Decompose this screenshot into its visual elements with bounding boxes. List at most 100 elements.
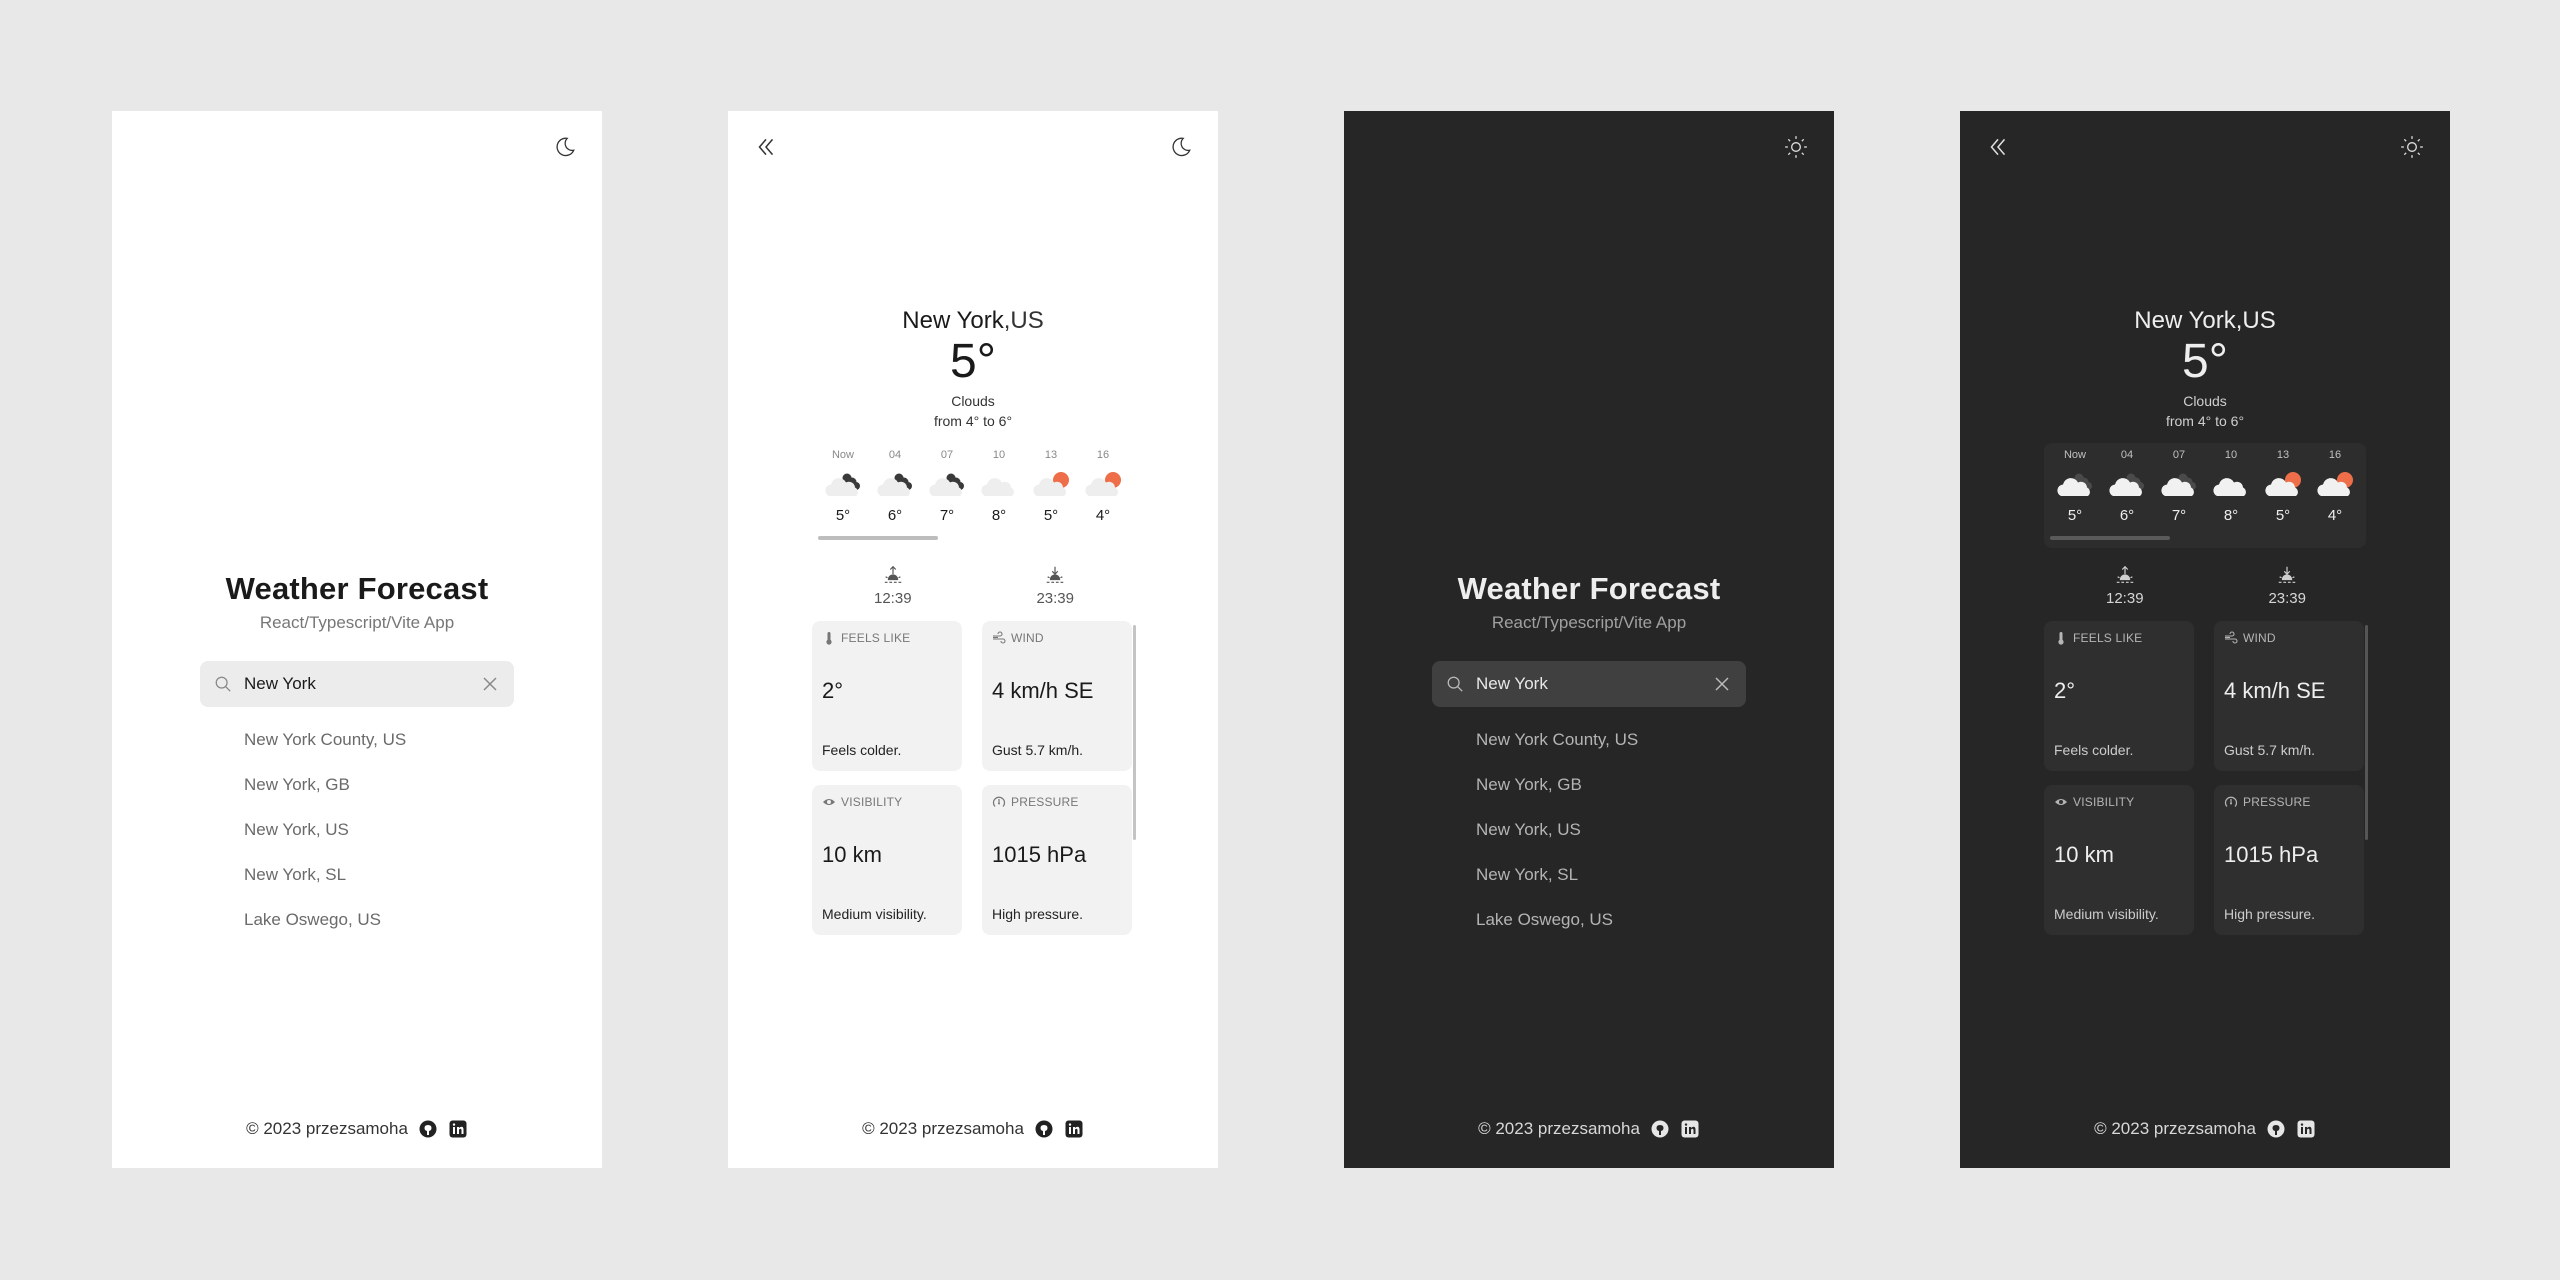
github-link[interactable] — [1034, 1119, 1054, 1139]
app-title: Weather Forecast — [1457, 571, 1721, 606]
copyright-text: © 2023 przezsamoha — [862, 1119, 1024, 1138]
linkedin-link[interactable] — [1064, 1119, 1084, 1139]
forecast-temp: 4° — [1095, 507, 1111, 524]
tile-visibility: VISIBILITY 10 km Medium visibility. — [2044, 785, 2194, 935]
location-heading: New York,US — [2134, 307, 2275, 335]
forecast-item: 04 6° — [870, 449, 920, 524]
cloud-icon — [981, 478, 1014, 496]
back-button[interactable] — [750, 131, 782, 163]
location-heading: New York,US — [902, 307, 1043, 335]
forecast-time: 13 — [1044, 449, 1058, 461]
theme-toggle-button[interactable] — [548, 131, 580, 163]
tile-label: WIND — [1011, 631, 1044, 645]
tile-value: 1015 hPa — [2224, 842, 2319, 867]
back-button[interactable] — [1982, 131, 2014, 163]
tile-feels-like: FEELS LIKE 2° Feels colder. — [2044, 621, 2194, 771]
search-input[interactable] — [244, 674, 480, 694]
screen-light-detail: New York,US 5° Clouds from 4° to 6° Now 5… — [728, 111, 1218, 1168]
tile-note: Feels colder. — [822, 742, 902, 758]
tile-header: PRESSURE — [2224, 795, 2354, 809]
search-box[interactable] — [1432, 661, 1746, 707]
tile-label: VISIBILITY — [841, 795, 903, 809]
forecast-item: 07 7° — [2154, 449, 2204, 524]
weather-condition: Clouds — [951, 393, 995, 409]
search-input[interactable] — [1476, 674, 1712, 694]
forecast-time: 10 — [2224, 449, 2238, 461]
forecast-time: 13 — [2276, 449, 2290, 461]
tiles-scrollbar[interactable] — [2365, 625, 2368, 840]
github-link[interactable] — [1650, 1119, 1670, 1139]
github-icon — [1035, 1120, 1053, 1138]
forecast-item: 16 4° — [2310, 449, 2360, 524]
screen-light-search: Weather Forecast React/Typescript/Vite A… — [112, 111, 602, 1168]
theme-toggle-button[interactable] — [2396, 131, 2428, 163]
cloud-dark-icon — [2109, 473, 2144, 496]
linkedin-link[interactable] — [1680, 1119, 1700, 1139]
forecast-scrollbar[interactable] — [2050, 536, 2170, 540]
suggestion-item[interactable]: New York, GB — [200, 762, 514, 807]
detail-tiles: FEELS LIKE 2° Feels colder. WIND 4 km/h SE Gu… — [812, 621, 1136, 935]
thermometer-icon — [2058, 632, 2064, 645]
tile-value: 2° — [2054, 678, 2076, 703]
sunset: 23:39 — [2268, 564, 2306, 607]
detail-tiles: FEELS LIKE 2° Feels colder. WIND 4 km/h SE Gu… — [2044, 621, 2368, 935]
search-icon — [1446, 675, 1464, 693]
footer: © 2023 przezsamoha — [112, 1119, 602, 1139]
temperature-range: from 4° to 6° — [933, 413, 1013, 429]
suggestion-item[interactable]: New York, GB — [1432, 762, 1746, 807]
hourly-forecast[interactable]: Now 5° 04 6° 07 7° 10 8° 13 5° 16 4° — [2044, 443, 2366, 548]
forecast-temp: 6° — [887, 507, 903, 524]
close-icon[interactable] — [480, 674, 500, 694]
forecast-temp: 4° — [2327, 507, 2343, 524]
city-name: New York — [2134, 307, 2236, 334]
tile-value: 1015 hPa — [992, 842, 1087, 867]
tile-pressure: PRESSURE 1015 hPa High pressure. — [982, 785, 1132, 935]
suggestion-item[interactable]: New York, SL — [1432, 852, 1746, 897]
forecast-scrollbar[interactable] — [818, 536, 938, 540]
gauge-icon — [2224, 796, 2238, 807]
footer: © 2023 przezsamoha — [1960, 1119, 2450, 1139]
forecast-time: Now — [831, 449, 854, 461]
hourly-forecast[interactable]: Now 5° 04 6° 07 7° 10 8° 13 5° 16 4° — [812, 443, 1134, 548]
forecast-item: 13 5° — [1026, 449, 1076, 524]
forecast-item: Now 5° — [818, 449, 868, 524]
close-icon[interactable] — [1712, 674, 1732, 694]
suggestion-item[interactable]: New York, SL — [200, 852, 514, 897]
weather-detail: New York,US 5° Clouds from 4° to 6° Now 5… — [728, 307, 1218, 935]
app-subtitle: React/Typescript/Vite App — [1491, 613, 1687, 632]
wind-icon — [993, 631, 1006, 644]
theme-toggle-button[interactable] — [1780, 131, 1812, 163]
github-icon — [419, 1120, 437, 1138]
forecast-temp: 6° — [2119, 507, 2135, 524]
tile-header: FEELS LIKE — [2054, 631, 2184, 645]
sunset-icon — [2278, 566, 2296, 583]
tiles-scrollbar[interactable] — [1133, 625, 1136, 840]
forecast-item: 10 8° — [974, 449, 1024, 524]
forecast-time: 04 — [2120, 449, 2134, 461]
tile-label: WIND — [2243, 631, 2276, 645]
github-link[interactable] — [418, 1119, 438, 1139]
app-subtitle: React/Typescript/Vite App — [259, 613, 455, 632]
sun-times: 12:39 23:39 — [812, 564, 1134, 607]
tile-header: PRESSURE — [992, 795, 1122, 809]
forecast-time: 07 — [940, 449, 954, 461]
linkedin-link[interactable] — [2296, 1119, 2316, 1139]
suggestion-item[interactable]: New York County, US — [200, 717, 514, 762]
tile-value: 10 km — [2054, 842, 2114, 867]
suggestion-item[interactable]: New York, US — [1432, 807, 1746, 852]
tile-note: Gust 5.7 km/h. — [992, 742, 1084, 758]
sunset-icon — [1046, 566, 1064, 583]
search-box[interactable] — [200, 661, 514, 707]
forecast-temp: 8° — [991, 507, 1007, 524]
github-link[interactable] — [2266, 1119, 2286, 1139]
suggestion-item[interactable]: Lake Oswego, US — [1432, 897, 1746, 942]
theme-toggle-button[interactable] — [1164, 131, 1196, 163]
suggestion-item[interactable]: Lake Oswego, US — [200, 897, 514, 942]
copyright-text: © 2023 przezsamoha — [246, 1119, 408, 1138]
suggestion-item[interactable]: New York County, US — [1432, 717, 1746, 762]
suggestion-item[interactable]: New York, US — [200, 807, 514, 852]
linkedin-link[interactable] — [448, 1119, 468, 1139]
country-code: ,US — [2235, 307, 2276, 334]
cloud-dark-icon — [2057, 473, 2092, 496]
linkedin-icon — [1681, 1120, 1699, 1138]
